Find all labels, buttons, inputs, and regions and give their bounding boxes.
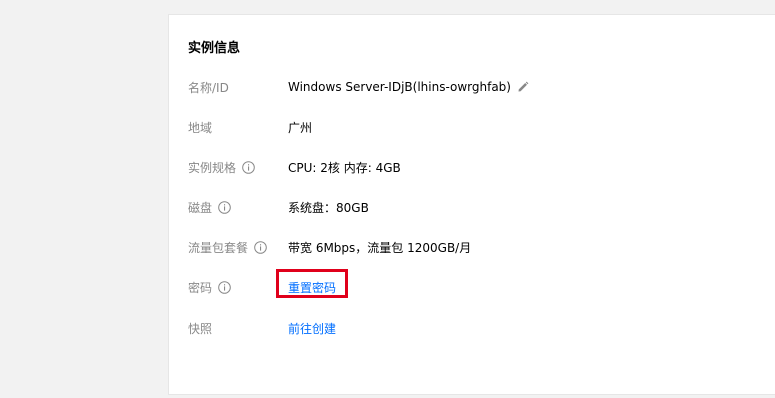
disk-label-wrap: 磁盘	[188, 197, 231, 217]
region-value: 广州	[288, 120, 313, 135]
create-snapshot-link[interactable]: 前往创建	[288, 320, 336, 337]
row-disk: 磁盘 系统盘：80GB	[169, 197, 775, 217]
row-snapshot: 快照 前往创建	[169, 318, 775, 338]
info-icon[interactable]	[218, 280, 231, 294]
password-label: 密码	[188, 280, 213, 295]
row-name: 名称/ID Windows Server-IDjB(lhins-owrghfab…	[169, 77, 775, 97]
name-value: Windows Server-IDjB(lhins-owrghfab)	[288, 77, 529, 97]
info-icon[interactable]	[218, 200, 231, 214]
spec-label: 实例规格	[188, 160, 237, 175]
reset-password-link[interactable]: 重置密码	[288, 279, 336, 296]
region-label: 地域	[188, 120, 213, 135]
reset-password-wrap: 重置密码	[288, 277, 336, 297]
snapshot-label: 快照	[188, 321, 213, 336]
password-label-wrap: 密码	[188, 277, 231, 297]
info-icon[interactable]	[254, 240, 267, 254]
snapshot-value: 前往创建	[288, 318, 336, 338]
spec-label-wrap: 实例规格	[188, 157, 255, 177]
row-password: 密码 重置密码	[169, 269, 775, 298]
disk-value: 系统盘：80GB	[288, 200, 369, 215]
row-spec: 实例规格 CPU: 2核 内存: 4GB	[169, 157, 775, 177]
info-icon[interactable]	[242, 160, 255, 174]
traffic-label: 流量包套餐	[188, 240, 249, 255]
pencil-icon[interactable]	[517, 81, 529, 93]
traffic-label-wrap: 流量包套餐	[188, 237, 267, 257]
disk-label: 磁盘	[188, 200, 213, 215]
spec-value: CPU: 2核 内存: 4GB	[288, 160, 401, 175]
instance-name-text: Windows Server-IDjB(lhins-owrghfab)	[288, 80, 511, 94]
row-traffic: 流量包套餐 带宽 6Mbps，流量包 1200GB/月	[169, 237, 775, 257]
name-label: 名称/ID	[188, 80, 229, 95]
traffic-value: 带宽 6Mbps，流量包 1200GB/月	[288, 240, 472, 255]
panel-title: 实例信息	[188, 41, 241, 56]
instance-info-panel: 实例信息 名称/ID Windows Server-IDjB(lhins-owr…	[168, 14, 775, 395]
row-region: 地域 广州	[169, 117, 775, 137]
